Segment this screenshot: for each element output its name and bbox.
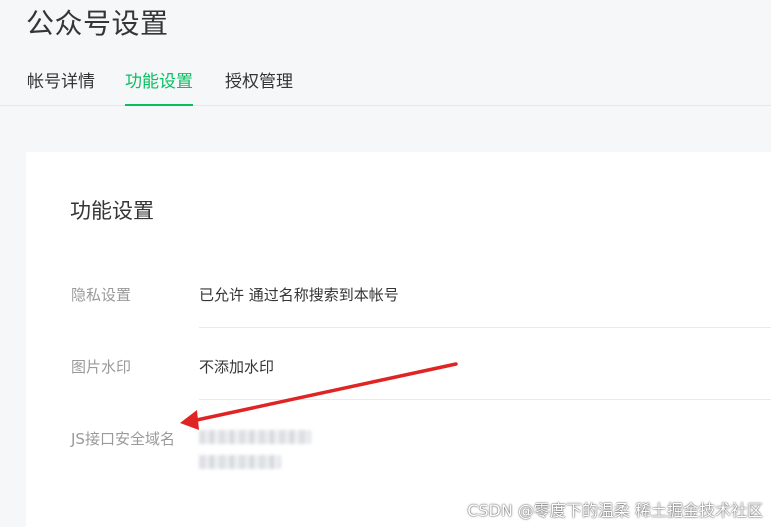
tab-feature-settings[interactable]: 功能设置 bbox=[125, 64, 193, 106]
row-divider bbox=[199, 327, 771, 328]
settings-tabs: 帐号详情 功能设置 授权管理 bbox=[0, 64, 771, 106]
redacted-domain-2 bbox=[199, 455, 281, 469]
tab-account-details[interactable]: 帐号详情 bbox=[27, 64, 95, 106]
row-divider bbox=[199, 399, 771, 400]
privacy-settings-value: 已允许 通过名称搜索到本帐号 bbox=[199, 286, 399, 304]
csdn-watermark: CSDN @零度下的温柔 稀土掘金技术社区 bbox=[467, 501, 763, 520]
feature-settings-card: 功能设置 隐私设置 已允许 通过名称搜索到本帐号 图片水印 不添加水印 JS接口… bbox=[26, 152, 771, 527]
page-title: 公众号设置 bbox=[26, 7, 169, 40]
privacy-settings-label: 隐私设置 bbox=[71, 286, 132, 304]
redacted-domain-1 bbox=[199, 430, 311, 444]
image-watermark-label: 图片水印 bbox=[71, 358, 132, 376]
image-watermark-value: 不添加水印 bbox=[199, 358, 275, 376]
card-title: 功能设置 bbox=[70, 199, 154, 223]
tab-authorization-management[interactable]: 授权管理 bbox=[225, 64, 293, 106]
js-secure-domain-label: JS接口安全域名 bbox=[71, 430, 175, 448]
